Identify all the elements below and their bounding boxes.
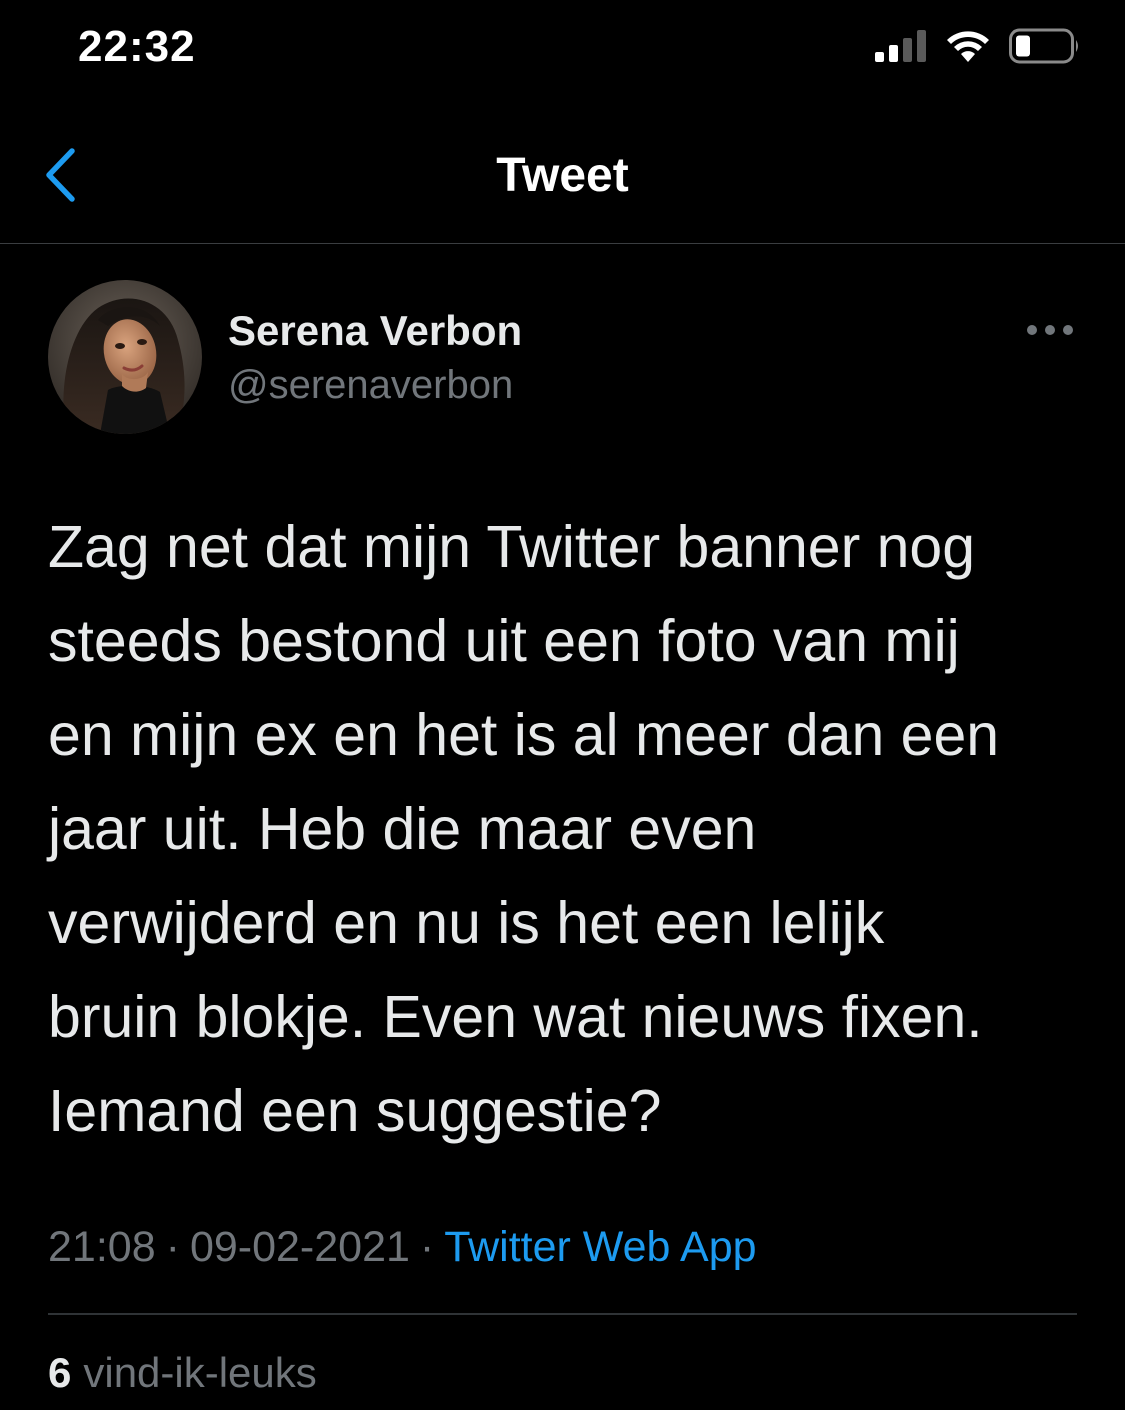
wifi-icon: [945, 29, 991, 68]
status-bar: 22:32: [0, 0, 1125, 100]
more-dot: [1045, 325, 1055, 335]
meta-separator: ·: [419, 1223, 435, 1271]
tweet-time: 21:08: [48, 1223, 156, 1271]
status-icons: [875, 28, 1081, 69]
divider: [48, 1313, 1077, 1315]
author-name[interactable]: Serena Verbon: [228, 307, 522, 355]
nav-header: Tweet: [0, 110, 1125, 244]
more-dot: [1063, 325, 1073, 335]
status-time: 22:32: [78, 22, 196, 71]
more-dot: [1027, 325, 1037, 335]
tweet-date: 09-02-2021: [189, 1223, 410, 1271]
battery-icon: [1009, 28, 1081, 69]
meta-separator: ·: [165, 1223, 180, 1271]
likes-count: 6: [48, 1349, 72, 1396]
tweet-meta: 21:08 · 09-02-2021 · Twitter Web App: [48, 1223, 757, 1272]
tweet-text: Zag net dat mijn Twitter banner nog stee…: [48, 514, 1000, 1144]
cellular-signal-icon: [875, 29, 927, 67]
more-options-button[interactable]: [1027, 315, 1073, 345]
likes-label: vind-ik-leuks: [83, 1349, 317, 1396]
author-handle[interactable]: @serenaverbon: [228, 363, 513, 408]
page-title: Tweet: [496, 149, 629, 202]
tweet-source-link[interactable]: Twitter Web App: [444, 1223, 756, 1271]
likes-row[interactable]: 6 vind-ik-leuks: [48, 1349, 317, 1397]
avatar[interactable]: [48, 280, 202, 434]
